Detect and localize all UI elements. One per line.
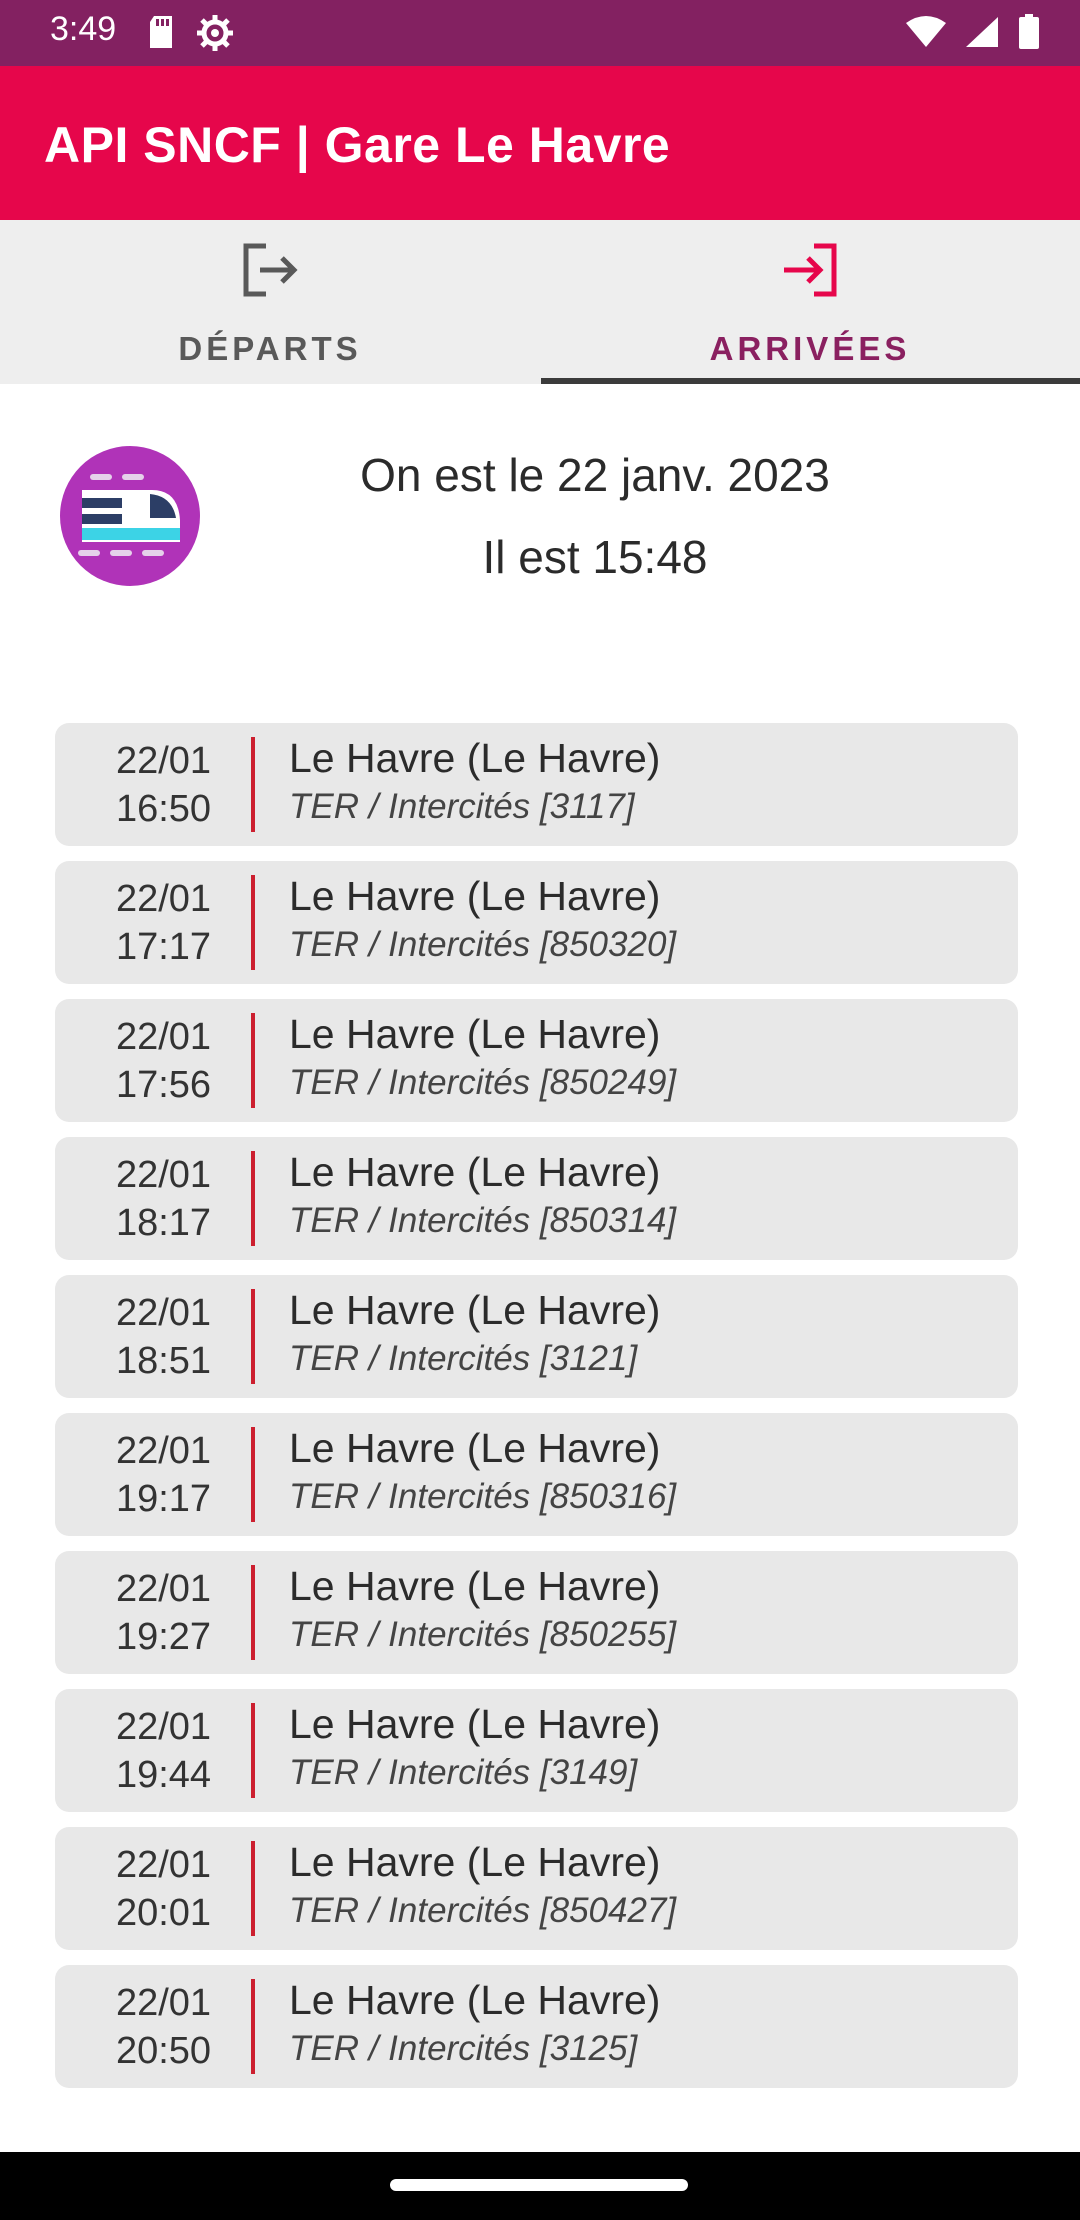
current-date: On est le 22 janv. 2023 bbox=[360, 449, 830, 501]
arrival-time: 19:27 bbox=[115, 1616, 212, 1658]
arrival-separator bbox=[251, 1703, 255, 1798]
arrival-separator bbox=[251, 737, 255, 832]
arrival-time: 19:44 bbox=[115, 1754, 212, 1796]
arrivals-list[interactable]: 22/01 16:50 Le Havre (Le Havre) TER / Inter… bbox=[55, 723, 1018, 2103]
arrival-line: TER / Intercités [3117] bbox=[289, 787, 635, 826]
arrival-separator bbox=[251, 1151, 255, 1246]
arrival-destination: Le Havre (Le Havre) bbox=[289, 1011, 661, 1057]
arrival-item[interactable]: 22/01 20:01 Le Havre (Le Havre) TER / Inter… bbox=[55, 1827, 1018, 1950]
arrival-separator bbox=[251, 1565, 255, 1660]
arrival-date: 22/01 bbox=[115, 1844, 212, 1886]
signal-icon bbox=[964, 15, 1000, 54]
arrival-date: 22/01 bbox=[115, 1016, 212, 1058]
exit-icon bbox=[240, 242, 300, 303]
tab-arrivals-label: ARRIVÉES bbox=[709, 330, 911, 367]
arrival-item[interactable]: 22/01 19:27 Le Havre (Le Havre) TER / Inter… bbox=[55, 1551, 1018, 1674]
arrival-destination: Le Havre (Le Havre) bbox=[289, 1563, 661, 1609]
home-gesture-handle[interactable] bbox=[390, 2179, 688, 2191]
arrival-datetime: 22/01 17:17 bbox=[55, 875, 272, 971]
arrival-date: 22/01 bbox=[115, 740, 212, 782]
arrival-datetime: 22/01 18:17 bbox=[55, 1151, 272, 1247]
arrival-item[interactable]: 22/01 19:17 Le Havre (Le Havre) TER / Inter… bbox=[55, 1413, 1018, 1536]
app-title: API SNCF | Gare Le Havre bbox=[44, 117, 671, 173]
arrival-datetime: 22/01 19:27 bbox=[55, 1565, 272, 1661]
tab-arrivals[interactable]: ARRIVÉES bbox=[540, 220, 1080, 384]
arrival-destination: Le Havre (Le Havre) bbox=[289, 1977, 661, 2023]
navigation-bar bbox=[0, 2152, 1080, 2220]
arrival-separator bbox=[251, 1427, 255, 1522]
arrival-item[interactable]: 22/01 19:44 Le Havre (Le Havre) TER / Inter… bbox=[55, 1689, 1018, 1812]
tab-indicator bbox=[541, 378, 1080, 384]
arrival-time: 18:51 bbox=[115, 1340, 212, 1382]
arrival-line: TER / Intercités [850427] bbox=[289, 1891, 677, 1930]
arrival-date: 22/01 bbox=[115, 878, 212, 920]
arrival-item[interactable]: 22/01 17:56 Le Havre (Le Havre) TER / Inter… bbox=[55, 999, 1018, 1122]
train-logo-icon bbox=[60, 446, 200, 586]
current-time: Il est 15:48 bbox=[482, 531, 708, 583]
arrival-datetime: 22/01 19:44 bbox=[55, 1703, 272, 1799]
arrival-item[interactable]: 22/01 16:50 Le Havre (Le Havre) TER / Inter… bbox=[55, 723, 1018, 846]
arrival-item[interactable]: 22/01 17:17 Le Havre (Le Havre) TER / Inter… bbox=[55, 861, 1018, 984]
arrival-line: TER / Intercités [3149] bbox=[289, 1753, 638, 1792]
arrival-item[interactable]: 22/01 18:51 Le Havre (Le Havre) TER / Inter… bbox=[55, 1275, 1018, 1398]
arrival-time: 18:17 bbox=[115, 1202, 212, 1244]
arrival-item[interactable]: 22/01 18:17 Le Havre (Le Havre) TER / Inter… bbox=[55, 1137, 1018, 1260]
sd-card-icon bbox=[146, 14, 176, 57]
wifi-icon bbox=[906, 15, 946, 54]
arrival-date: 22/01 bbox=[115, 1706, 212, 1748]
arrival-separator bbox=[251, 1289, 255, 1384]
arrival-time: 16:50 bbox=[115, 788, 212, 830]
settings-icon bbox=[196, 14, 234, 57]
arrival-item[interactable]: 22/01 20:50 Le Havre (Le Havre) TER / Inter… bbox=[55, 1965, 1018, 2088]
arrival-datetime: 22/01 18:51 bbox=[55, 1289, 272, 1385]
arrival-time: 17:56 bbox=[115, 1064, 212, 1106]
arrival-time: 19:17 bbox=[115, 1478, 212, 1520]
arrival-destination: Le Havre (Le Havre) bbox=[289, 1287, 661, 1333]
arrival-destination: Le Havre (Le Havre) bbox=[289, 1701, 661, 1747]
arrival-date: 22/01 bbox=[115, 1568, 212, 1610]
enter-icon bbox=[780, 242, 840, 303]
arrival-line: TER / Intercités [850249] bbox=[289, 1063, 677, 1102]
tab-bar: DÉPARTS ARRIVÉES bbox=[0, 220, 1080, 384]
arrival-line: TER / Intercités [850314] bbox=[289, 1201, 677, 1240]
arrival-separator bbox=[251, 1979, 255, 2074]
arrival-separator bbox=[251, 1013, 255, 1108]
arrival-line: TER / Intercités [3121] bbox=[289, 1339, 638, 1378]
tab-departures-label: DÉPARTS bbox=[178, 330, 362, 367]
arrival-separator bbox=[251, 875, 255, 970]
tab-departures[interactable]: DÉPARTS bbox=[0, 220, 540, 384]
arrival-destination: Le Havre (Le Havre) bbox=[289, 1839, 661, 1885]
arrival-line: TER / Intercités [850255] bbox=[289, 1615, 677, 1654]
arrival-destination: Le Havre (Le Havre) bbox=[289, 735, 661, 781]
status-left-icons bbox=[146, 14, 234, 57]
arrival-date: 22/01 bbox=[115, 1292, 212, 1334]
arrival-date: 22/01 bbox=[115, 1154, 212, 1196]
app-bar: API SNCF | Gare Le Havre bbox=[0, 66, 1080, 220]
arrival-datetime: 22/01 17:56 bbox=[55, 1013, 272, 1109]
arrival-destination: Le Havre (Le Havre) bbox=[289, 1149, 661, 1195]
battery-icon bbox=[1018, 14, 1040, 55]
arrival-destination: Le Havre (Le Havre) bbox=[289, 1425, 661, 1471]
arrival-separator bbox=[251, 1841, 255, 1936]
arrival-datetime: 22/01 16:50 bbox=[55, 737, 272, 833]
arrival-datetime: 22/01 20:01 bbox=[55, 1841, 272, 1937]
arrival-date: 22/01 bbox=[115, 1430, 212, 1472]
status-right-icons bbox=[906, 14, 1040, 55]
arrival-datetime: 22/01 19:17 bbox=[55, 1427, 272, 1523]
arrival-line: TER / Intercités [3125] bbox=[289, 2029, 638, 2068]
status-time: 3:49 bbox=[50, 10, 117, 48]
arrival-time: 20:50 bbox=[115, 2030, 212, 2072]
arrival-line: TER / Intercités [850316] bbox=[289, 1477, 677, 1516]
arrival-date: 22/01 bbox=[115, 1982, 212, 2024]
arrival-time: 17:17 bbox=[115, 926, 212, 968]
arrival-datetime: 22/01 20:50 bbox=[55, 1979, 272, 2075]
arrival-line: TER / Intercités [850320] bbox=[289, 925, 677, 964]
arrival-time: 20:01 bbox=[115, 1892, 212, 1934]
status-bar: 3:49 bbox=[0, 0, 1080, 66]
arrival-destination: Le Havre (Le Havre) bbox=[289, 873, 661, 919]
